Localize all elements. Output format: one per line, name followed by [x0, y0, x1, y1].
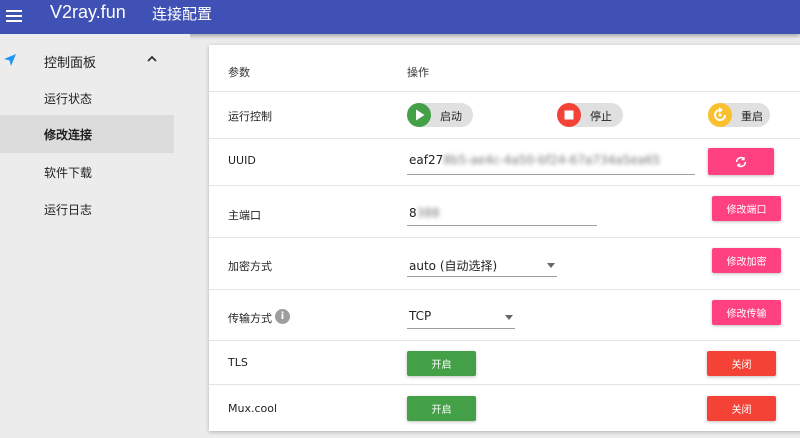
stop-icon — [557, 103, 581, 127]
sidebar-item-label: 修改连接 — [44, 128, 93, 142]
uuid-label: UUID — [228, 154, 256, 167]
sidebar-group-control-panel[interactable]: 控制面板 — [0, 46, 190, 76]
refresh-icon — [735, 156, 747, 167]
encryption-label: 加密方式 — [228, 260, 272, 273]
transport-underline — [407, 328, 515, 329]
uuid-underline — [407, 174, 695, 175]
table-header: 参数 操作 — [209, 45, 800, 92]
start-chip[interactable]: 启动 — [407, 103, 473, 127]
change-encryption-button[interactable]: 修改加密 — [712, 248, 781, 273]
transport-label: 传输方式 — [228, 312, 272, 325]
port-label: 主端口 — [228, 209, 261, 222]
navigation-arrow-icon — [4, 54, 16, 66]
uuid-value: eaf27 — [409, 153, 444, 167]
port-field[interactable]: 8388 — [409, 206, 440, 220]
encryption-select[interactable]: auto (自动选择) — [409, 257, 497, 274]
refresh-uuid-button[interactable] — [708, 148, 774, 175]
sidebar: 控制面板 运行状态 修改连接 软件下载 运行日志 — [0, 34, 190, 438]
start-label: 启动 — [440, 110, 462, 123]
stop-label: 停止 — [590, 110, 612, 123]
port-value: 8 — [409, 206, 417, 220]
sidebar-item-logs[interactable]: 运行日志 — [0, 190, 174, 228]
uuid-value-obscured: 8b5-ae4c-4a50-bf24-67a734a5ea65 — [443, 153, 661, 167]
menu-icon[interactable] — [6, 7, 22, 25]
encryption-underline — [407, 276, 557, 277]
play-icon — [407, 103, 431, 127]
page-title: 连接配置 — [152, 5, 213, 23]
restart-label: 重启 — [741, 110, 763, 123]
tls-enable-button[interactable]: 开启 — [407, 351, 476, 376]
mux-enable-button[interactable]: 开启 — [407, 396, 476, 421]
mux-disable-button[interactable]: 关闭 — [707, 396, 776, 421]
sidebar-group-label: 控制面板 — [44, 56, 97, 71]
run-control-label: 运行控制 — [228, 110, 272, 123]
sidebar-item-status[interactable]: 运行状态 — [0, 79, 174, 117]
dropdown-caret-icon — [547, 263, 555, 268]
app-brand[interactable]: V2ray.fun — [50, 2, 126, 23]
table-row-transport: 传输方式 i TCP 修改传输 — [209, 290, 800, 341]
restart-icon — [708, 103, 732, 127]
sidebar-item-download[interactable]: 软件下载 — [0, 153, 174, 191]
sidebar-item-modify-connection[interactable]: 修改连接 — [0, 115, 174, 153]
table-row-uuid: UUID eaf278b5-ae4c-4a50-bf24-67a734a5ea6… — [209, 139, 800, 186]
port-value-obscured: 388 — [416, 206, 440, 220]
transport-select[interactable]: TCP — [409, 309, 431, 323]
stop-chip[interactable]: 停止 — [557, 103, 623, 127]
table-row-run-control: 运行控制 启动 停止 重启 — [209, 92, 800, 139]
config-card: 参数 操作 运行控制 启动 停止 重启 UUID eaf278b5-ae4c-4… — [209, 45, 800, 431]
tls-disable-button[interactable]: 关闭 — [707, 351, 776, 376]
port-underline — [407, 225, 597, 226]
change-port-button[interactable]: 修改端口 — [712, 196, 781, 221]
header-param: 参数 — [228, 66, 250, 79]
table-row-tls: TLS 开启 关闭 — [209, 341, 800, 385]
sidebar-item-label: 运行日志 — [44, 203, 93, 217]
dropdown-caret-icon — [505, 315, 513, 320]
sidebar-item-label: 软件下载 — [44, 166, 93, 180]
mux-label: Mux.cool — [228, 402, 278, 415]
info-icon[interactable]: i — [275, 309, 290, 324]
sidebar-item-label: 运行状态 — [44, 92, 93, 106]
header-operation: 操作 — [407, 66, 429, 79]
chevron-up-icon[interactable] — [146, 53, 158, 65]
table-row-mux: Mux.cool 开启 关闭 — [209, 385, 800, 431]
restart-chip[interactable]: 重启 — [708, 103, 770, 127]
app-bar: V2ray.fun 连接配置 — [0, 0, 800, 34]
table-row-port: 主端口 8388 修改端口 — [209, 186, 800, 238]
change-transport-button[interactable]: 修改传输 — [712, 300, 781, 325]
uuid-field[interactable]: eaf278b5-ae4c-4a50-bf24-67a734a5ea65 — [409, 153, 660, 167]
table-row-encryption: 加密方式 auto (自动选择) 修改加密 — [209, 238, 800, 290]
tls-label: TLS — [228, 356, 248, 369]
